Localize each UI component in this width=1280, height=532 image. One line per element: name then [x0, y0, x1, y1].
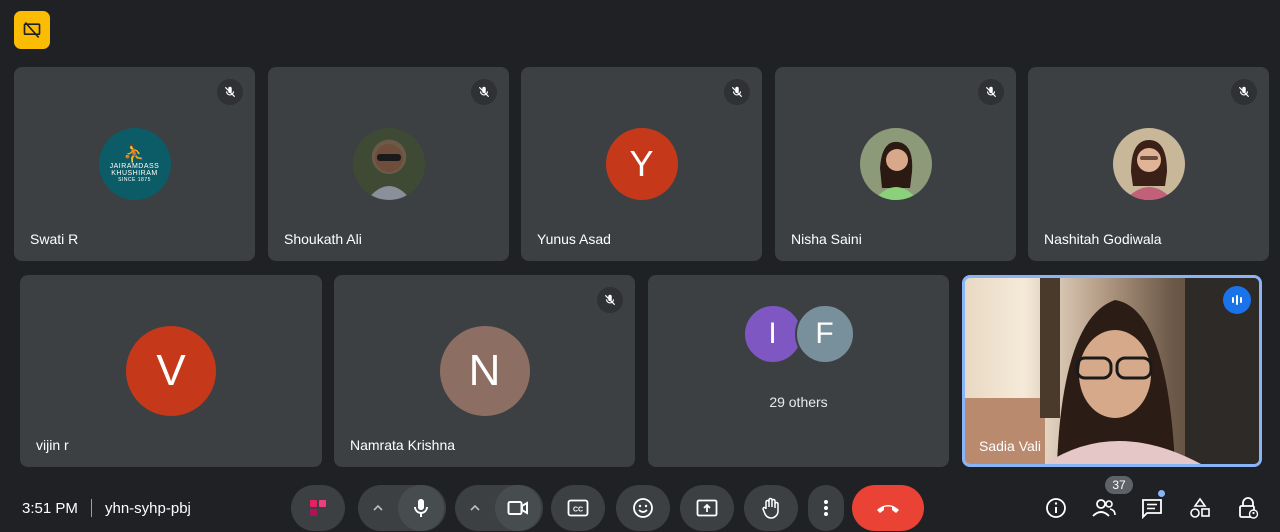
avatar — [859, 128, 932, 200]
participant-name: vijin r — [36, 437, 69, 453]
avatar: N — [439, 326, 530, 416]
chat-icon — [1142, 499, 1162, 519]
mic-control[interactable] — [358, 485, 446, 531]
reactions-button[interactable] — [616, 485, 670, 531]
self-video-tile[interactable]: Sadia Vali — [962, 275, 1262, 467]
avatar: F — [794, 304, 855, 364]
people-icon — [1092, 499, 1116, 517]
participant-name: Shoukath Ali — [284, 231, 362, 247]
present-screen-icon — [696, 499, 718, 517]
mic-off-icon — [597, 287, 623, 313]
avatar: ⛹ JAIRAMDASS KHUSHIRAM SINCE 1875 — [98, 128, 171, 200]
camera-control[interactable] — [455, 485, 543, 531]
raise-hand-button[interactable] — [744, 485, 798, 531]
participant-tile-nashitah[interactable]: Nashitah Godiwala — [1028, 67, 1269, 261]
mic-button[interactable] — [398, 485, 444, 531]
chat-button[interactable] — [1136, 492, 1168, 524]
mic-icon — [414, 499, 428, 517]
participant-name: Nashitah Godiwala — [1044, 231, 1162, 247]
hand-icon — [762, 497, 779, 519]
svg-text:CC: CC — [573, 507, 583, 514]
others-tile[interactable]: I F 29 others — [648, 275, 949, 467]
mic-off-icon — [724, 79, 750, 105]
meet-stage: ⛹ JAIRAMDASS KHUSHIRAM SINCE 1875 Swati … — [0, 0, 1280, 532]
participant-name: Swati R — [30, 231, 79, 247]
presentation-off-icon — [23, 21, 41, 39]
participant-tile-yunus[interactable]: Y Yunus Asad — [521, 67, 762, 261]
video-feed — [965, 278, 1259, 464]
mic-off-icon — [978, 79, 1004, 105]
avatar: Y — [605, 128, 678, 200]
avatar: V — [126, 326, 216, 416]
app-logo-icon — [310, 500, 326, 516]
avatar: I — [742, 304, 803, 364]
logo-text: JAIRAMDASS — [109, 163, 160, 170]
chevron-up-icon[interactable] — [455, 502, 495, 514]
captions-button[interactable]: CC — [551, 485, 605, 531]
people-button[interactable] — [1088, 492, 1120, 524]
emoji-icon — [633, 498, 653, 518]
mic-off-icon — [471, 79, 497, 105]
camera-icon — [507, 501, 528, 515]
captions-icon: CC — [567, 499, 589, 517]
call-end-icon — [877, 505, 899, 513]
host-controls-button[interactable] — [1232, 492, 1264, 524]
participant-tile-namrata[interactable]: N Namrata Krishna — [334, 275, 635, 467]
lock-person-icon — [1239, 497, 1259, 519]
mic-off-icon — [1231, 79, 1257, 105]
audio-level-icon — [1223, 286, 1251, 314]
more-options-button[interactable] — [808, 485, 844, 531]
participant-name: Yunus Asad — [537, 231, 611, 247]
participant-name: Namrata Krishna — [350, 437, 456, 453]
meeting-code: yhn-syhp-pbj — [105, 500, 191, 517]
activities-button[interactable] — [1184, 492, 1216, 524]
logo-text: KHUSHIRAM — [111, 170, 158, 177]
chevron-up-icon[interactable] — [358, 502, 398, 514]
app-button[interactable] — [291, 485, 345, 531]
participant-tile-shoukath[interactable]: Shoukath Ali — [268, 67, 509, 261]
present-button[interactable] — [680, 485, 734, 531]
avatar — [352, 128, 425, 200]
shapes-icon — [1190, 497, 1210, 518]
participant-tile-vijin[interactable]: V vijin r — [20, 275, 322, 467]
leave-call-button[interactable] — [852, 485, 924, 531]
divider — [91, 499, 92, 517]
logo-text: SINCE 1875 — [118, 177, 151, 183]
mic-off-icon — [217, 79, 243, 105]
participant-name: Sadia Vali — [979, 438, 1042, 454]
avatar — [1112, 128, 1185, 200]
chat-notification-dot — [1158, 490, 1165, 497]
participant-tile-nisha[interactable]: Nisha Saini — [775, 67, 1016, 261]
meeting-info-button[interactable] — [1040, 492, 1072, 524]
others-count: 29 others — [769, 394, 828, 410]
participant-tile-swati[interactable]: ⛹ JAIRAMDASS KHUSHIRAM SINCE 1875 Swati … — [14, 67, 255, 261]
participant-name: Nisha Saini — [791, 231, 862, 247]
others-group: I F 29 others — [742, 304, 855, 410]
more-vert-icon — [824, 500, 828, 516]
camera-button[interactable] — [495, 485, 541, 531]
info-icon — [1046, 498, 1066, 518]
presentation-badge[interactable] — [14, 11, 50, 49]
meeting-time: 3:51 PM — [22, 500, 78, 517]
